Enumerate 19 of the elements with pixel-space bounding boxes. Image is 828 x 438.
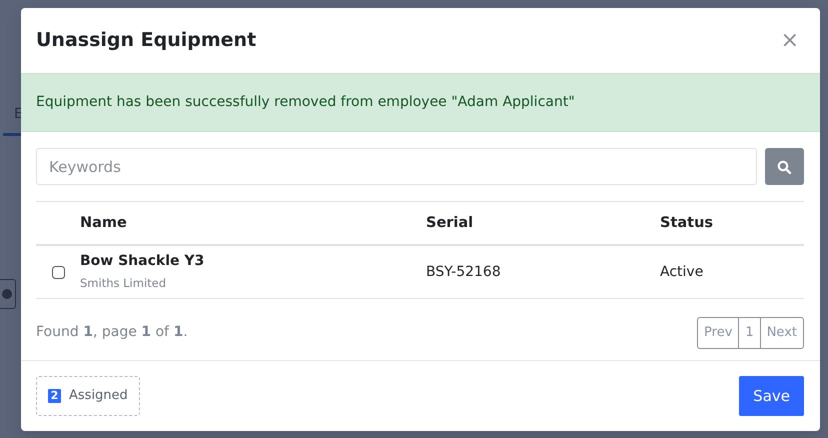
success-alert: Equipment has been successfully removed from employee "Adam Applicant" — [21, 73, 820, 132]
count-badge: 2 — [48, 389, 61, 403]
column-header: Serial — [426, 214, 474, 234]
column-header: Status — [660, 214, 714, 234]
save-button[interactable]: Save — [739, 376, 804, 416]
search-field[interactable]: Keywords — [36, 148, 757, 185]
search-button[interactable] — [764, 148, 804, 185]
equipment-name: Bow Shackle Y3 — [80, 252, 206, 272]
modal-title: Unassign Equipment — [36, 29, 256, 52]
table-cell-text: Active — [660, 262, 704, 282]
tab-indicator — [3, 133, 23, 136]
assigned-label: Assigned — [69, 387, 128, 406]
close-button[interactable]: × — [774, 30, 805, 52]
column-header: Name — [80, 214, 128, 234]
supplier-name: Smiths Limited — [80, 275, 168, 292]
results-summary: Found 1, page 1 of 1. — [36, 323, 188, 342]
search-icon — [777, 160, 792, 174]
row-checkbox[interactable] — [52, 266, 64, 278]
table-cell-text: BSY-52168 — [426, 262, 502, 282]
